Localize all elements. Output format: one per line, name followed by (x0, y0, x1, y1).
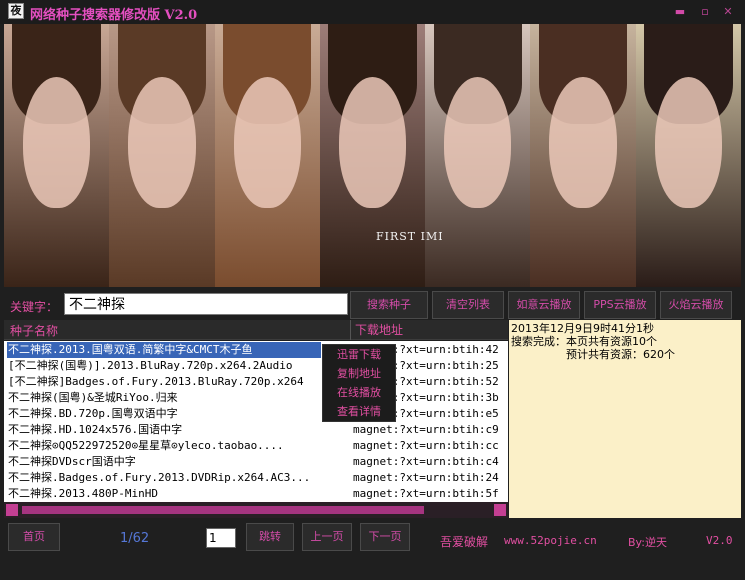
photo-face (22, 76, 91, 209)
torrent-name-cell: 不二神探.HD.1024x576.国语中字 (8, 423, 183, 436)
photo-face (549, 76, 617, 209)
download-url-cell: magnet:?xt=urn:btih:24 (353, 471, 499, 484)
table-row[interactable]: 不二神探.Badges.of.Fury.2013.DVDRip.x264.AC3… (4, 470, 508, 486)
status-timestamp: 2013年12月9日9时41分1秒 (511, 322, 654, 335)
table-row[interactable]: [不二神探(国粤)].2013.BluRay.720p.x264.2Audio m… (4, 358, 508, 374)
banner-photo (319, 24, 426, 287)
torrent-name-cell: 不二神探DVDscr国语中字 (8, 455, 136, 468)
photo-face (233, 76, 301, 209)
table-row[interactable]: 不二神探.2013.480P-MinHD magnet:?xt=urn:btih:… (4, 486, 508, 502)
list-header: 种子名称 下载地址 (4, 320, 508, 340)
banner-photo (530, 24, 636, 287)
table-row[interactable]: [不二神探]Badges.of.Fury.2013.BluRay.720p.x2… (4, 374, 508, 390)
forum-label: 吾爱破解 (440, 535, 489, 549)
banner-caption: FIRST IMI (376, 230, 444, 243)
torrent-name-cell: 不二神探.2013.480P-MinHD (8, 487, 158, 500)
context-menu: 迅雷下载 复制地址 在线播放 查看详情 (322, 344, 396, 422)
table-row[interactable]: 不二神探⊙QQ522972520⊙星星草⊙yleco.taobao.... mag… (4, 438, 508, 454)
ruyi-cloud-play-button[interactable]: 如意云播放 (508, 291, 580, 319)
horizontal-scrollbar[interactable] (4, 502, 508, 518)
torrent-name-cell: [不二神探(国粤)].2013.BluRay.720p.x264.2Audio (8, 359, 293, 372)
torrent-name-cell: 不二神探.BD.720p.国粤双语中字 (8, 407, 178, 420)
banner-photo (214, 24, 320, 287)
table-row[interactable]: 不二神探(国粤)&圣城RiYoo.归来 magnet:?xt=urn:btih:3… (4, 390, 508, 406)
scroll-left-icon[interactable] (6, 504, 18, 516)
download-url-cell: magnet:?xt=urn:btih:c9 (353, 423, 499, 436)
status-info-panel: 2013年12月9日9时41分1秒 搜索完成：本页共有资源10个 预计共有资源：… (509, 320, 741, 518)
download-url-cell: magnet:?xt=urn:btih:c4 (353, 455, 499, 468)
page-number-input[interactable] (206, 528, 236, 548)
torrent-name-cell: 不二神探(国粤)&圣城RiYoo.归来 (8, 391, 178, 404)
status-total-resources: 预计共有资源：620个 (511, 348, 675, 361)
column-header-name[interactable]: 种子名称 (10, 322, 58, 339)
table-row[interactable]: 不二神探.2013.国粤双语.简繁中字&CMCT木子鱼 magnet:?xt=ur… (4, 342, 508, 358)
table-row[interactable]: 不二神探.BD.720p.国粤双语中字 magnet:?xt=urn:btih:e… (4, 406, 508, 422)
title-bar: 夜 网络种子搜索器修改版 V2.0 ▬ ▫ ✕ (0, 0, 745, 24)
photo-face (444, 76, 512, 209)
photo-face (338, 76, 407, 209)
download-url-cell: magnet:?xt=urn:btih:cc (353, 439, 499, 452)
first-page-button[interactable]: 首页 (8, 523, 60, 551)
download-url-cell: magnet:?xt=urn:btih:5f (353, 487, 499, 500)
page-count: 1/62 (120, 531, 150, 546)
next-page-button[interactable]: 下一页 (360, 523, 410, 551)
column-header-url[interactable]: 下载地址 (350, 320, 403, 340)
menu-item-view-details[interactable]: 查看详情 (323, 402, 395, 421)
torrent-list: 种子名称 下载地址 不二神探.2013.国粤双语.简繁中字&CMCT木子鱼 mag… (4, 320, 508, 520)
torrent-name-cell: [不二神探]Badges.of.Fury.2013.BluRay.720p.x2… (8, 375, 304, 388)
banner-photo (4, 24, 110, 287)
version-label: V2.0 (706, 534, 733, 547)
huoyan-cloud-play-button[interactable]: 火焰云播放 (660, 291, 732, 319)
menu-item-thunder-download[interactable]: 迅雷下载 (323, 345, 395, 364)
menu-item-copy-url[interactable]: 复制地址 (323, 364, 395, 383)
prev-page-button[interactable]: 上一页 (302, 523, 352, 551)
keyword-input[interactable] (64, 293, 348, 315)
list-body: 不二神探.2013.国粤双语.简繁中字&CMCT木子鱼 magnet:?xt=ur… (4, 341, 508, 511)
author-label: By:逆天 (628, 536, 667, 549)
banner-photo (635, 24, 741, 287)
minimize-button[interactable]: ▬ (672, 6, 688, 18)
app-icon: 夜 (8, 3, 24, 19)
scroll-right-icon[interactable] (494, 504, 506, 516)
torrent-name-cell: 不二神探⊙QQ522972520⊙星星草⊙yleco.taobao.... (8, 439, 284, 452)
torrent-name-cell: 不二神探.2013.国粤双语.简繁中字&CMCT木子鱼 (7, 342, 321, 358)
table-row[interactable]: 不二神探.HD.1024x576.国语中字 magnet:?xt=urn:btih… (4, 422, 508, 438)
menu-item-play-online[interactable]: 在线播放 (323, 383, 395, 402)
banner-photo (425, 24, 531, 287)
jump-button[interactable]: 跳转 (246, 523, 294, 551)
pps-cloud-play-button[interactable]: PPS云播放 (584, 291, 656, 319)
clear-list-button[interactable]: 清空列表 (432, 291, 504, 319)
window-title: 网络种子搜索器修改版 V2.0 (30, 8, 198, 23)
keyword-label: 关键字： (10, 300, 59, 314)
search-button[interactable]: 搜索种子 (350, 291, 428, 319)
status-search-done: 搜索完成：本页共有资源10个 (511, 335, 657, 348)
table-row[interactable]: 不二神探DVDscr国语中字 magnet:?xt=urn:btih:c4 (4, 454, 508, 470)
site-link[interactable]: www.52pojie.cn (504, 534, 597, 547)
photo-face (654, 76, 722, 209)
photo-face (128, 76, 196, 209)
maximize-button[interactable]: ▫ (697, 6, 713, 18)
scrollbar-thumb[interactable] (22, 506, 424, 514)
photo-banner (4, 24, 741, 287)
banner-photo (109, 24, 215, 287)
close-button[interactable]: ✕ (720, 6, 736, 18)
torrent-name-cell: 不二神探.Badges.of.Fury.2013.DVDRip.x264.AC3… (8, 471, 311, 484)
